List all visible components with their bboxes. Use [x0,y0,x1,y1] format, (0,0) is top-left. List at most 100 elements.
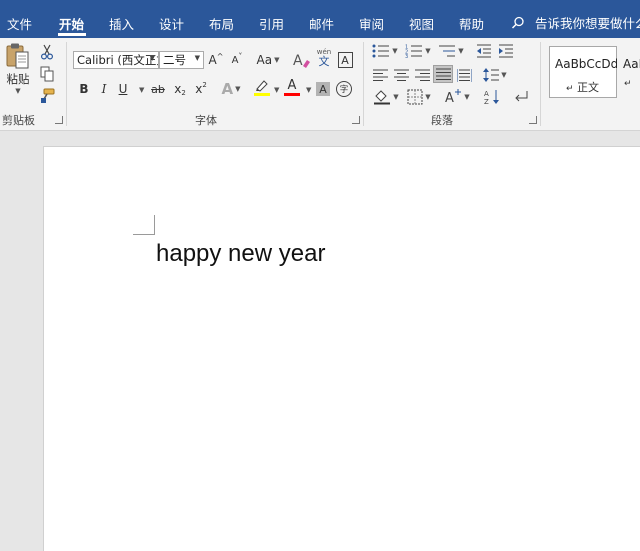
grow-font-label: A [208,53,217,67]
tab-view[interactable]: 视图 [409,14,434,33]
character-border-button[interactable]: A [336,51,354,69]
borders-button[interactable]: ▼ [404,88,434,106]
document-text[interactable]: happy new year [156,240,325,268]
sort-az-icon: AZ [484,90,499,105]
svg-text:A: A [484,90,489,98]
clipboard-dialog-launcher[interactable] [55,116,63,124]
cut-button[interactable] [37,43,57,61]
align-left-button[interactable] [371,66,389,84]
numbering-button[interactable]: 123 ▼ [403,42,433,60]
format-painter-button[interactable] [37,87,57,105]
margin-corner-mark [133,215,155,235]
shrink-font-button[interactable]: A ˅ [228,51,246,69]
highlight-color-swatch [254,92,270,96]
clear-formatting-icon: A [293,53,310,68]
align-center-icon [393,69,409,81]
bullet-list-icon [372,44,390,58]
chinese-layout-button[interactable]: A ▼ [442,88,472,106]
tab-layout[interactable]: 布局 [209,14,234,33]
font-color-label: A [287,77,297,93]
enclose-characters-button[interactable]: 字 [335,80,353,98]
tab-mailings[interactable]: 邮件 [309,14,334,33]
superscript-label: x [195,82,203,96]
chevron-down-icon: ▼ [464,93,470,101]
change-case-button[interactable]: Aa ▼ [253,51,283,69]
justify-button[interactable] [433,65,453,83]
font-name-combo[interactable]: Calibri (西文正文) ▼ [73,51,159,69]
return-mark-icon: ↵ [624,79,632,89]
style-normal-sample: AaBbCcDd [555,57,619,71]
underline-dropdown-icon[interactable]: ▼ [139,86,144,94]
clear-formatting-button[interactable]: A [292,51,312,69]
multilevel-list-icon [439,45,456,57]
multilevel-list-button[interactable]: ▼ [436,42,466,60]
paste-button[interactable]: 粘贴 ▼ [3,42,33,102]
bullets-button[interactable]: ▼ [370,42,400,60]
chevron-down-icon: ▼ [501,71,507,79]
svg-text:A: A [293,53,303,68]
sort-button[interactable]: AZ [482,88,502,106]
align-right-button[interactable] [413,66,431,84]
highlight-dropdown-icon[interactable]: ▼ [274,86,279,94]
tab-review[interactable]: 审阅 [359,14,384,33]
copy-button[interactable] [37,65,57,83]
font-dialog-launcher[interactable] [352,116,360,124]
caret-down-icon: ˅ [238,51,243,61]
strikethrough-button[interactable]: ab [148,80,168,98]
chevron-down-icon: ▼ [15,87,21,95]
chevron-down-icon: ▼ [425,93,431,101]
subscript-button[interactable]: x2 [172,80,188,98]
shading-button[interactable]: ▼ [371,88,401,106]
document-page[interactable] [43,146,640,551]
font-color-dropdown-icon[interactable]: ▼ [306,86,311,94]
svg-text:Z: Z [484,98,489,105]
svg-text:A: A [445,91,454,105]
font-name-value: Calibri (西文正文) [77,53,158,67]
highlight-color-button[interactable] [248,78,276,96]
font-color-button[interactable]: A [282,78,302,96]
style-normal-label: 正文 [577,81,600,94]
shrink-font-label: A [231,54,239,66]
paragraph-dialog-launcher[interactable] [529,116,537,124]
line-spacing-button[interactable]: ▼ [481,66,509,84]
font-size-combo[interactable]: 二号 ▼ [159,51,204,69]
highlighter-icon [256,79,268,92]
tell-me-search[interactable]: 告诉我你想要做什么 [511,13,640,32]
ribbon: 粘贴 ▼ 剪贴板 Calibri (西文正文) ▼ 二号 ▼ A^ A˅ Aa▼… [0,38,640,131]
underline-button[interactable]: U [116,80,130,98]
justify-icon [435,68,451,80]
active-tab-indicator [58,33,86,36]
text-effects-button[interactable]: A ▼ [218,80,244,98]
style-normal[interactable]: AaBbCcDd ↵ 正文 [549,46,619,98]
tell-me-text: 告诉我你想要做什么 [534,16,640,31]
align-right-icon [414,69,430,81]
tab-design[interactable]: 设计 [159,14,184,33]
character-shading-button[interactable]: A [314,80,332,98]
increase-indent-button[interactable] [496,42,516,60]
search-icon [511,16,524,29]
tab-home[interactable]: 开始 [59,14,84,33]
subscript-label: x [174,82,182,96]
superscript-button[interactable]: x2 [193,80,209,98]
paint-bucket-icon [374,90,391,105]
tab-insert[interactable]: 插入 [109,14,134,33]
bold-button[interactable]: B [77,80,91,98]
distributed-button[interactable] [455,66,473,84]
tab-help[interactable]: 帮助 [459,14,484,33]
return-mark-icon: ↵ [566,84,574,94]
return-arrow-icon [515,91,528,102]
align-center-button[interactable] [392,66,410,84]
tab-file[interactable]: 文件 [7,14,32,33]
phonetic-guide-button[interactable]: wén 文 [314,48,334,67]
italic-button[interactable]: I [97,80,111,98]
style-next[interactable]: AaB ↵ [617,46,640,98]
tab-references[interactable]: 引用 [259,14,284,33]
clipboard-icon [6,43,29,69]
font-color-swatch [284,92,300,96]
grow-font-button[interactable]: A ^ [207,51,225,69]
show-formatting-marks-button[interactable] [512,88,532,106]
decrease-indent-button[interactable] [474,42,494,60]
chevron-down-icon: ▼ [274,56,280,64]
chevron-down-icon: ▼ [194,54,200,62]
font-group-label: 字体 [195,114,217,127]
